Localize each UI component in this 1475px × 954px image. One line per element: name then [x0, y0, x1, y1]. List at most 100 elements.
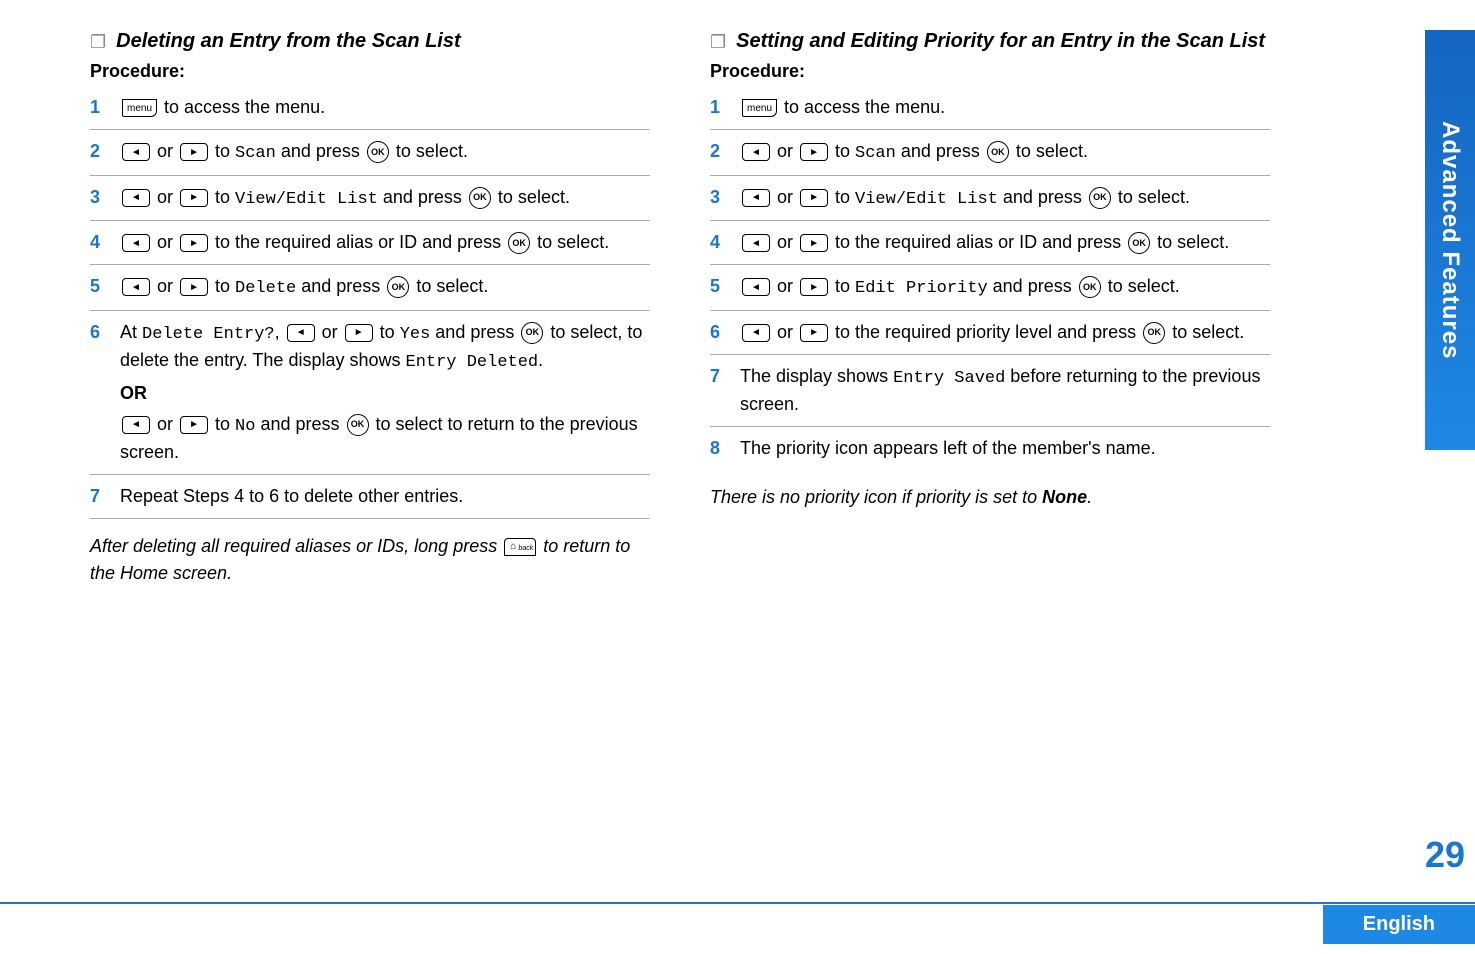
footer-divider	[0, 902, 1475, 904]
step-text: or	[152, 276, 178, 296]
step-number: 5	[710, 273, 740, 300]
step-text: or	[772, 141, 798, 161]
step-text: to select.	[1152, 232, 1229, 252]
step-3: 3 or to View/Edit List and press to sele…	[710, 176, 1270, 222]
ok-button-icon	[1089, 187, 1111, 209]
step-text: and press	[998, 187, 1087, 207]
step-text: or	[772, 232, 798, 252]
note-text: .	[1087, 487, 1092, 507]
lcd-text: No	[235, 417, 255, 436]
arrow-right-icon	[345, 324, 373, 342]
step-number: 7	[90, 483, 120, 510]
menu-button-icon: menu	[122, 99, 157, 117]
ok-button-icon	[521, 322, 543, 344]
arrow-right-icon	[180, 189, 208, 207]
ok-button-icon	[387, 276, 409, 298]
note-text: There is no priority icon if priority is…	[710, 487, 1042, 507]
step-text: to the required alias or ID and press	[830, 232, 1126, 252]
step-number: 4	[90, 229, 120, 256]
step-text: to the required priority level and press	[830, 322, 1141, 342]
step-text: to access the menu.	[159, 97, 325, 117]
step-number: 2	[710, 138, 740, 165]
lcd-text: Entry Saved	[893, 369, 1005, 388]
step-1: 1 menu to access the menu.	[90, 86, 650, 130]
step-7: 7 Repeat Steps 4 to 6 to delete other en…	[90, 475, 650, 519]
arrow-right-icon	[800, 143, 828, 161]
step-text: ,	[275, 322, 285, 342]
step-text: and press	[276, 141, 365, 161]
step-body: or to Scan and press to select.	[120, 138, 650, 167]
step-text: and press	[378, 187, 467, 207]
step-text: or	[152, 414, 178, 434]
step-text: to select.	[411, 276, 488, 296]
arrow-right-icon	[800, 189, 828, 207]
step-body: or to View/Edit List and press to select…	[740, 184, 1270, 213]
step-text: to	[210, 414, 235, 434]
step-number: 3	[90, 184, 120, 211]
step-text: to select.	[1011, 141, 1088, 161]
arrow-right-icon	[180, 416, 208, 434]
right-column: ❐ Setting and Editing Priority for an En…	[710, 30, 1270, 587]
step-4: 4 or to the required alias or ID and pre…	[90, 221, 650, 265]
document-icon: ❐	[90, 32, 106, 53]
lcd-text: View/Edit List	[235, 190, 378, 209]
arrow-left-icon	[742, 143, 770, 161]
step-text: or	[317, 322, 343, 342]
arrow-left-icon	[742, 234, 770, 252]
ok-button-icon	[987, 141, 1009, 163]
step-text: and press	[988, 276, 1077, 296]
step-text: The display shows	[740, 366, 893, 386]
arrow-right-icon	[800, 324, 828, 342]
ok-button-icon	[347, 414, 369, 436]
step-body: or to View/Edit List and press to select…	[120, 184, 650, 213]
page-content: ❐ Deleting an Entry from the Scan List P…	[0, 0, 1475, 587]
step-number: 6	[710, 319, 740, 346]
note-text: After deleting all required aliases or I…	[90, 536, 502, 556]
step-text: to	[375, 322, 400, 342]
lcd-text: Edit Priority	[855, 279, 988, 298]
step-text: and press	[896, 141, 985, 161]
ok-button-icon	[469, 187, 491, 209]
step-text: to	[830, 276, 855, 296]
step-text: or	[152, 232, 178, 252]
arrow-left-icon	[742, 324, 770, 342]
step-text: to select.	[493, 187, 570, 207]
step-8: 8 The priority icon appears left of the …	[710, 427, 1270, 470]
back-button-icon	[504, 538, 536, 556]
step-text: Repeat Steps 4 to 6 to delete other entr…	[120, 483, 650, 510]
page-number: 29	[1415, 834, 1475, 884]
step-text: or	[772, 276, 798, 296]
arrow-right-icon	[180, 278, 208, 296]
step-text: or	[772, 187, 798, 207]
step-body: or to Delete and press to select.	[120, 273, 650, 302]
step-number: 5	[90, 273, 120, 300]
step-3: 3 or to View/Edit List and press to sele…	[90, 176, 650, 222]
step-body: menu to access the menu.	[120, 94, 650, 121]
arrow-right-icon	[180, 143, 208, 161]
step-body: At Delete Entry?, or to Yes and press to…	[120, 319, 650, 467]
step-text: to the required alias or ID and press	[210, 232, 506, 252]
step-text: to	[830, 187, 855, 207]
step-body: or to Edit Priority and press to select.	[740, 273, 1270, 302]
ok-button-icon	[1128, 232, 1150, 254]
document-icon: ❐	[710, 32, 726, 53]
step-5: 5 or to Edit Priority and press to selec…	[710, 265, 1270, 311]
step-text: .	[538, 350, 543, 370]
step-text: and press	[255, 414, 344, 434]
step-1: 1 menu to access the menu.	[710, 86, 1270, 130]
step-body: menu to access the menu.	[740, 94, 1270, 121]
note: After deleting all required aliases or I…	[90, 533, 650, 587]
step-number: 2	[90, 138, 120, 165]
step-body: or to the required alias or ID and press…	[120, 229, 650, 256]
step-number: 7	[710, 363, 740, 390]
step-number: 6	[90, 319, 120, 346]
arrow-right-icon	[800, 278, 828, 296]
ok-button-icon	[508, 232, 530, 254]
menu-button-icon: menu	[742, 99, 777, 117]
procedure-label: Procedure:	[710, 61, 1270, 82]
step-text: to select.	[391, 141, 468, 161]
step-number: 4	[710, 229, 740, 256]
arrow-left-icon	[122, 143, 150, 161]
arrow-left-icon	[122, 234, 150, 252]
step-text: to select.	[1113, 187, 1190, 207]
